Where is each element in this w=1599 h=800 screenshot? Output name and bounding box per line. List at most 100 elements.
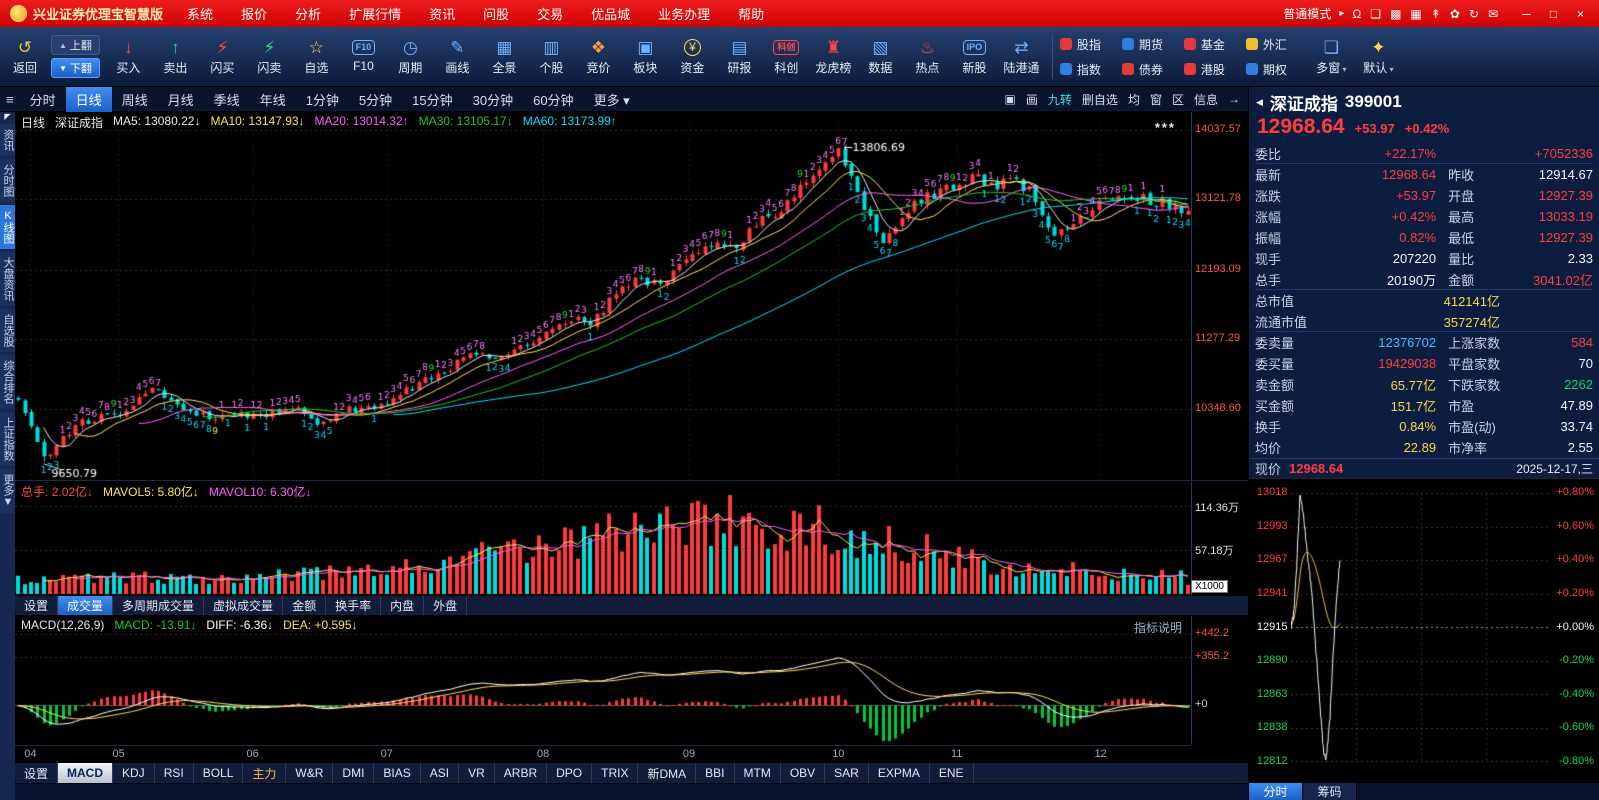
indicator-tab[interactable]: MTM <box>735 763 781 783</box>
toolbar-button[interactable]: ▥ 个股 <box>528 34 575 79</box>
indicator-tab[interactable]: VR <box>459 763 495 783</box>
quick-button[interactable]: 期权 <box>1246 61 1308 78</box>
chart-tool-button[interactable]: 九转 <box>1043 87 1077 112</box>
toolbar-button[interactable]: ▣ 板块 <box>622 34 669 79</box>
sidebar-item[interactable]: 上证指数 <box>0 412 15 466</box>
period-tab[interactable]: 更多 ▾ <box>584 87 640 112</box>
toolbar-button[interactable]: IPO 新股 <box>951 34 998 79</box>
chart-tool-button[interactable]: 画 <box>1021 87 1043 112</box>
expand-panel-icon[interactable]: → <box>1223 87 1245 112</box>
indicator-tab[interactable]: BIAS <box>374 763 420 783</box>
collapse-corner-icon[interactable]: ◤ <box>4 112 10 124</box>
indicator-tab[interactable]: DMI <box>333 763 374 783</box>
toolbar-button[interactable]: ❖ 竞价 <box>575 34 622 79</box>
indicator-tab[interactable]: W&R <box>286 763 333 783</box>
refresh-icon[interactable]: ↻ <box>1469 7 1479 21</box>
macd-chart[interactable] <box>15 616 1191 745</box>
period-tab[interactable]: 15分钟 <box>402 87 462 112</box>
toolbar-button[interactable]: ♜ 龙虎榜 <box>810 34 857 79</box>
indicator-tab[interactable]: MACD <box>58 763 113 783</box>
back-button[interactable]: ↺ 返回 <box>4 34 46 79</box>
menu-item[interactable]: 优品城 <box>577 0 644 27</box>
chart-tool-button[interactable]: 删自选 <box>1077 87 1123 112</box>
page-down-button[interactable]: ▼下翻 <box>51 58 100 78</box>
toolbar-button[interactable]: ⚡ 闪卖 <box>246 34 293 79</box>
toolbar-button[interactable]: ▤ 研报 <box>716 34 763 79</box>
period-tab[interactable]: 分时 <box>20 87 66 112</box>
quick-button[interactable]: 股指 <box>1060 36 1122 53</box>
toolbar-button[interactable]: ↓ 买入 <box>105 34 152 79</box>
intraday-chart[interactable] <box>1291 485 1551 769</box>
sidebar-item[interactable]: 分时图 <box>0 159 15 202</box>
volume-tab[interactable]: 金额 <box>283 596 326 615</box>
panel-tab[interactable]: 分时 <box>1249 783 1303 800</box>
toolbar-button[interactable]: ✎ 画线 <box>434 34 481 79</box>
indicator-tab[interactable]: RSI <box>155 763 194 783</box>
toolbar-button[interactable]: 科创 科创 <box>763 34 810 79</box>
menu-item[interactable]: 帮助 <box>724 0 778 27</box>
chart-tool-button[interactable]: 区 <box>1167 87 1189 112</box>
quick-button[interactable]: 指数 <box>1060 61 1122 78</box>
volume-tab[interactable]: 外盘 <box>424 596 467 615</box>
menu-item[interactable]: 交易 <box>523 0 577 27</box>
toolbar-button[interactable]: ⇄ 陆港通 <box>998 34 1045 79</box>
mode-selector[interactable]: 普通模式 <box>1283 5 1331 22</box>
layout-button[interactable]: ❏ 多窗 <box>1308 34 1355 79</box>
period-tab[interactable]: 周线 <box>112 87 158 112</box>
chart-tool-button[interactable]: 均 <box>1123 87 1145 112</box>
indicator-tab[interactable]: ARBR <box>495 763 547 783</box>
mail-icon[interactable]: ✉ <box>1488 7 1498 21</box>
apps-grid-icon[interactable]: ▦ <box>1410 7 1421 21</box>
chart-tool-button[interactable]: 信息 <box>1189 87 1223 112</box>
page-up-button[interactable]: ▲上翻 <box>51 35 100 55</box>
toolbar-button[interactable]: ¥ 资金 <box>669 34 716 79</box>
toolbar-button[interactable]: ▧ 数据 <box>857 34 904 79</box>
indicator-tab[interactable]: BOLL <box>194 763 244 783</box>
period-tab[interactable]: 60分钟 <box>523 87 583 112</box>
layout-button[interactable]: ✦ 默认 <box>1355 34 1402 79</box>
indicator-tab[interactable]: TRIX <box>592 763 638 783</box>
indicator-tab[interactable]: 新DMA <box>638 763 696 783</box>
quick-button[interactable]: 债券 <box>1122 61 1184 78</box>
period-tab[interactable]: 5分钟 <box>349 87 402 112</box>
indicator-tab[interactable]: 设置 <box>15 763 58 783</box>
maximize-icon[interactable]: □ <box>1541 4 1566 24</box>
collapse-panel-icon[interactable]: ◀ <box>1256 97 1263 108</box>
toolbar-button[interactable]: ▦ 全景 <box>481 34 528 79</box>
sidebar-item[interactable]: 更多▼ <box>0 469 15 513</box>
volume-tab[interactable]: 内盘 <box>381 596 424 615</box>
menu-item[interactable]: 分析 <box>281 0 335 27</box>
menu-item[interactable]: 系统 <box>173 0 227 27</box>
sidebar-item[interactable]: 大盘资讯 <box>0 252 15 306</box>
quick-button[interactable]: 港股 <box>1184 61 1246 78</box>
sidebar-item[interactable]: 自选股 <box>0 309 15 352</box>
volume-tab[interactable]: 换手率 <box>326 596 381 615</box>
kline-chart[interactable] <box>15 112 1191 480</box>
period-tab[interactable]: 日线 <box>66 87 112 112</box>
indicator-tab[interactable]: KDJ <box>113 763 155 783</box>
menu-item[interactable]: 问股 <box>469 0 523 27</box>
sidebar-item[interactable]: K线图 <box>0 205 15 249</box>
bell-icon[interactable]: Ω <box>1352 7 1361 21</box>
period-tab[interactable]: 月线 <box>158 87 204 112</box>
indicator-tab[interactable]: ENE <box>930 763 974 783</box>
indicator-tab[interactable]: BBI <box>696 763 734 783</box>
quick-button[interactable]: 外汇 <box>1246 36 1308 53</box>
period-tab[interactable]: 1分钟 <box>296 87 349 112</box>
quick-button[interactable]: 期货 <box>1122 36 1184 53</box>
indicator-tab[interactable]: SAR <box>825 763 869 783</box>
period-tab[interactable]: 年线 <box>250 87 296 112</box>
toolbar-button[interactable]: ↑ 卖出 <box>152 34 199 79</box>
toolbar-button[interactable]: F10 F10 <box>340 34 387 79</box>
toolbar-button[interactable]: ◷ 周期 <box>387 34 434 79</box>
quick-button[interactable]: 基金 <box>1184 36 1246 53</box>
indicator-tab[interactable]: OBV <box>781 763 825 783</box>
menu-item[interactable]: 业务办理 <box>644 0 724 27</box>
indicator-tab[interactable]: 主力 <box>243 763 286 783</box>
package-icon[interactable]: ▩ <box>1390 7 1401 21</box>
volume-tab[interactable]: 虚拟成交量 <box>204 596 283 615</box>
period-tab[interactable]: 30分钟 <box>463 87 523 112</box>
windows-stack-icon[interactable]: ❏ <box>1370 7 1381 21</box>
menu-item[interactable]: 扩展行情 <box>335 0 415 27</box>
volume-tab[interactable]: 成交量 <box>58 596 113 615</box>
